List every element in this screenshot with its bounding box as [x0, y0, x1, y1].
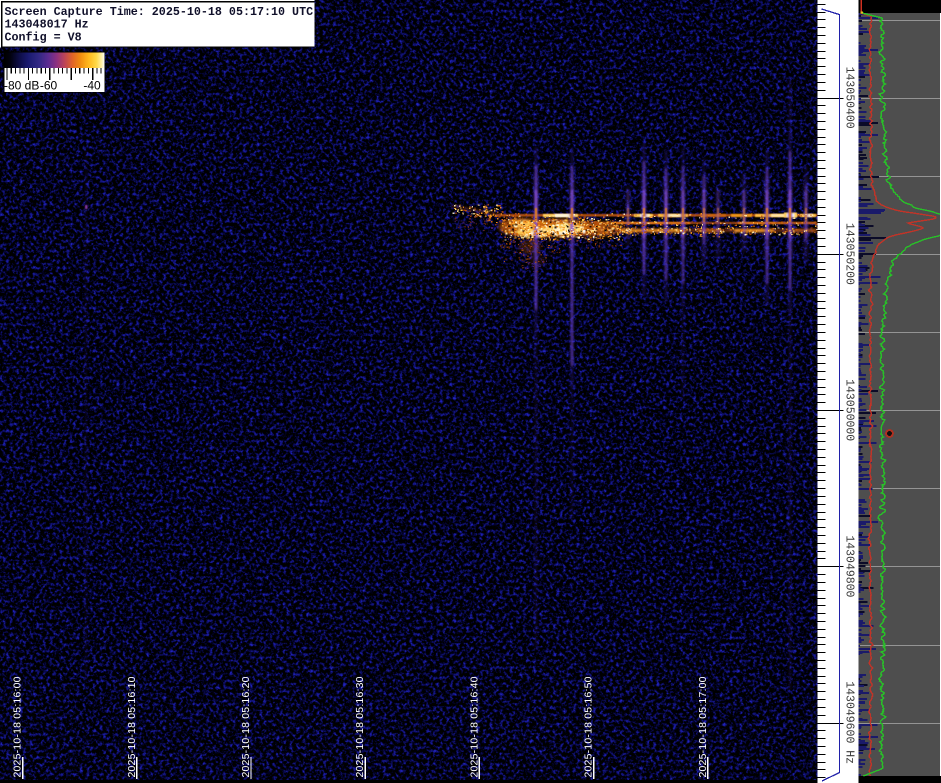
svg-text:2025-10-18 05:16:00: 2025-10-18 05:16:00 [12, 676, 24, 777]
svg-text:Config = V8: Config = V8 [5, 31, 82, 45]
svg-text:-80 dB: -80 dB [4, 79, 39, 93]
svg-text:2025-10-18 05:16:10: 2025-10-18 05:16:10 [126, 676, 138, 777]
svg-text:143048017 Hz: 143048017 Hz [5, 18, 89, 32]
svg-text:143050200: 143050200 [843, 223, 856, 285]
svg-text:2025-10-18 05:16:50: 2025-10-18 05:16:50 [583, 676, 595, 777]
svg-text:143049600 Hz: 143049600 Hz [843, 681, 856, 764]
svg-text:2025-10-18 05:16:20: 2025-10-18 05:16:20 [240, 676, 252, 777]
svg-text:143050000: 143050000 [843, 379, 856, 441]
svg-text:-60: -60 [40, 79, 58, 93]
svg-text:2025-10-18 05:17:00: 2025-10-18 05:17:00 [697, 676, 709, 777]
svg-text:143049800: 143049800 [843, 535, 856, 597]
svg-text:2025-10-18 05:16:30: 2025-10-18 05:16:30 [354, 676, 366, 777]
svg-text:2025-10-18 05:16:40: 2025-10-18 05:16:40 [468, 676, 480, 777]
svg-text:143050400: 143050400 [843, 67, 856, 129]
svg-text:-40: -40 [83, 79, 101, 93]
